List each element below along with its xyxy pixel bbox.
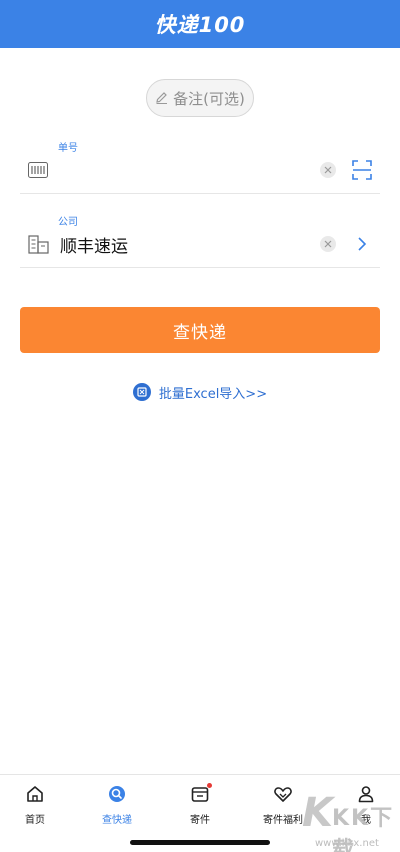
excel-import-label: 批量Excel导入>> bbox=[158, 386, 268, 402]
home-icon bbox=[27, 786, 43, 802]
tab-home[interactable]: 首页 bbox=[0, 783, 75, 827]
tab-query-express[interactable]: 查快递 bbox=[77, 783, 157, 827]
company-value: 顺丰速运 bbox=[60, 237, 128, 257]
close-icon bbox=[324, 166, 332, 174]
query-express-button[interactable]: 查快递 bbox=[20, 307, 380, 353]
tab-send-label: 寄件 bbox=[190, 815, 210, 826]
send-package-icon bbox=[191, 787, 209, 802]
company-row[interactable]: 顺丰速运 bbox=[20, 220, 380, 268]
tab-query-express-label: 查快递 bbox=[102, 815, 132, 826]
search-icon bbox=[109, 786, 125, 802]
note-button-label: 备注(可选) bbox=[173, 89, 245, 108]
building-icon bbox=[28, 235, 49, 254]
watermark-url: www.kkx.net bbox=[315, 838, 379, 849]
chevron-right-icon[interactable] bbox=[352, 234, 372, 254]
excel-icon bbox=[132, 383, 151, 401]
watermark-k-mark: K bbox=[302, 790, 333, 836]
excel-import-link[interactable]: 批量Excel导入>> bbox=[0, 380, 400, 404]
close-icon bbox=[324, 240, 332, 248]
tracking-number-input[interactable] bbox=[60, 156, 310, 184]
app-header: 快递100 bbox=[0, 0, 400, 48]
gift-heart-icon bbox=[274, 787, 292, 802]
company-clear-button[interactable] bbox=[320, 236, 336, 252]
pencil-icon bbox=[156, 92, 168, 104]
barcode-icon bbox=[28, 162, 48, 178]
note-button[interactable]: 备注(可选) bbox=[146, 79, 254, 117]
tracking-number-row bbox=[20, 146, 380, 194]
tracking-clear-button[interactable] bbox=[320, 162, 336, 178]
tab-send[interactable]: 寄件 bbox=[160, 783, 240, 827]
notification-dot bbox=[207, 783, 212, 788]
scan-icon[interactable] bbox=[352, 160, 372, 180]
home-indicator bbox=[130, 840, 270, 845]
app-logo: 快递100 bbox=[154, 13, 246, 37]
tab-home-label: 首页 bbox=[25, 815, 45, 826]
